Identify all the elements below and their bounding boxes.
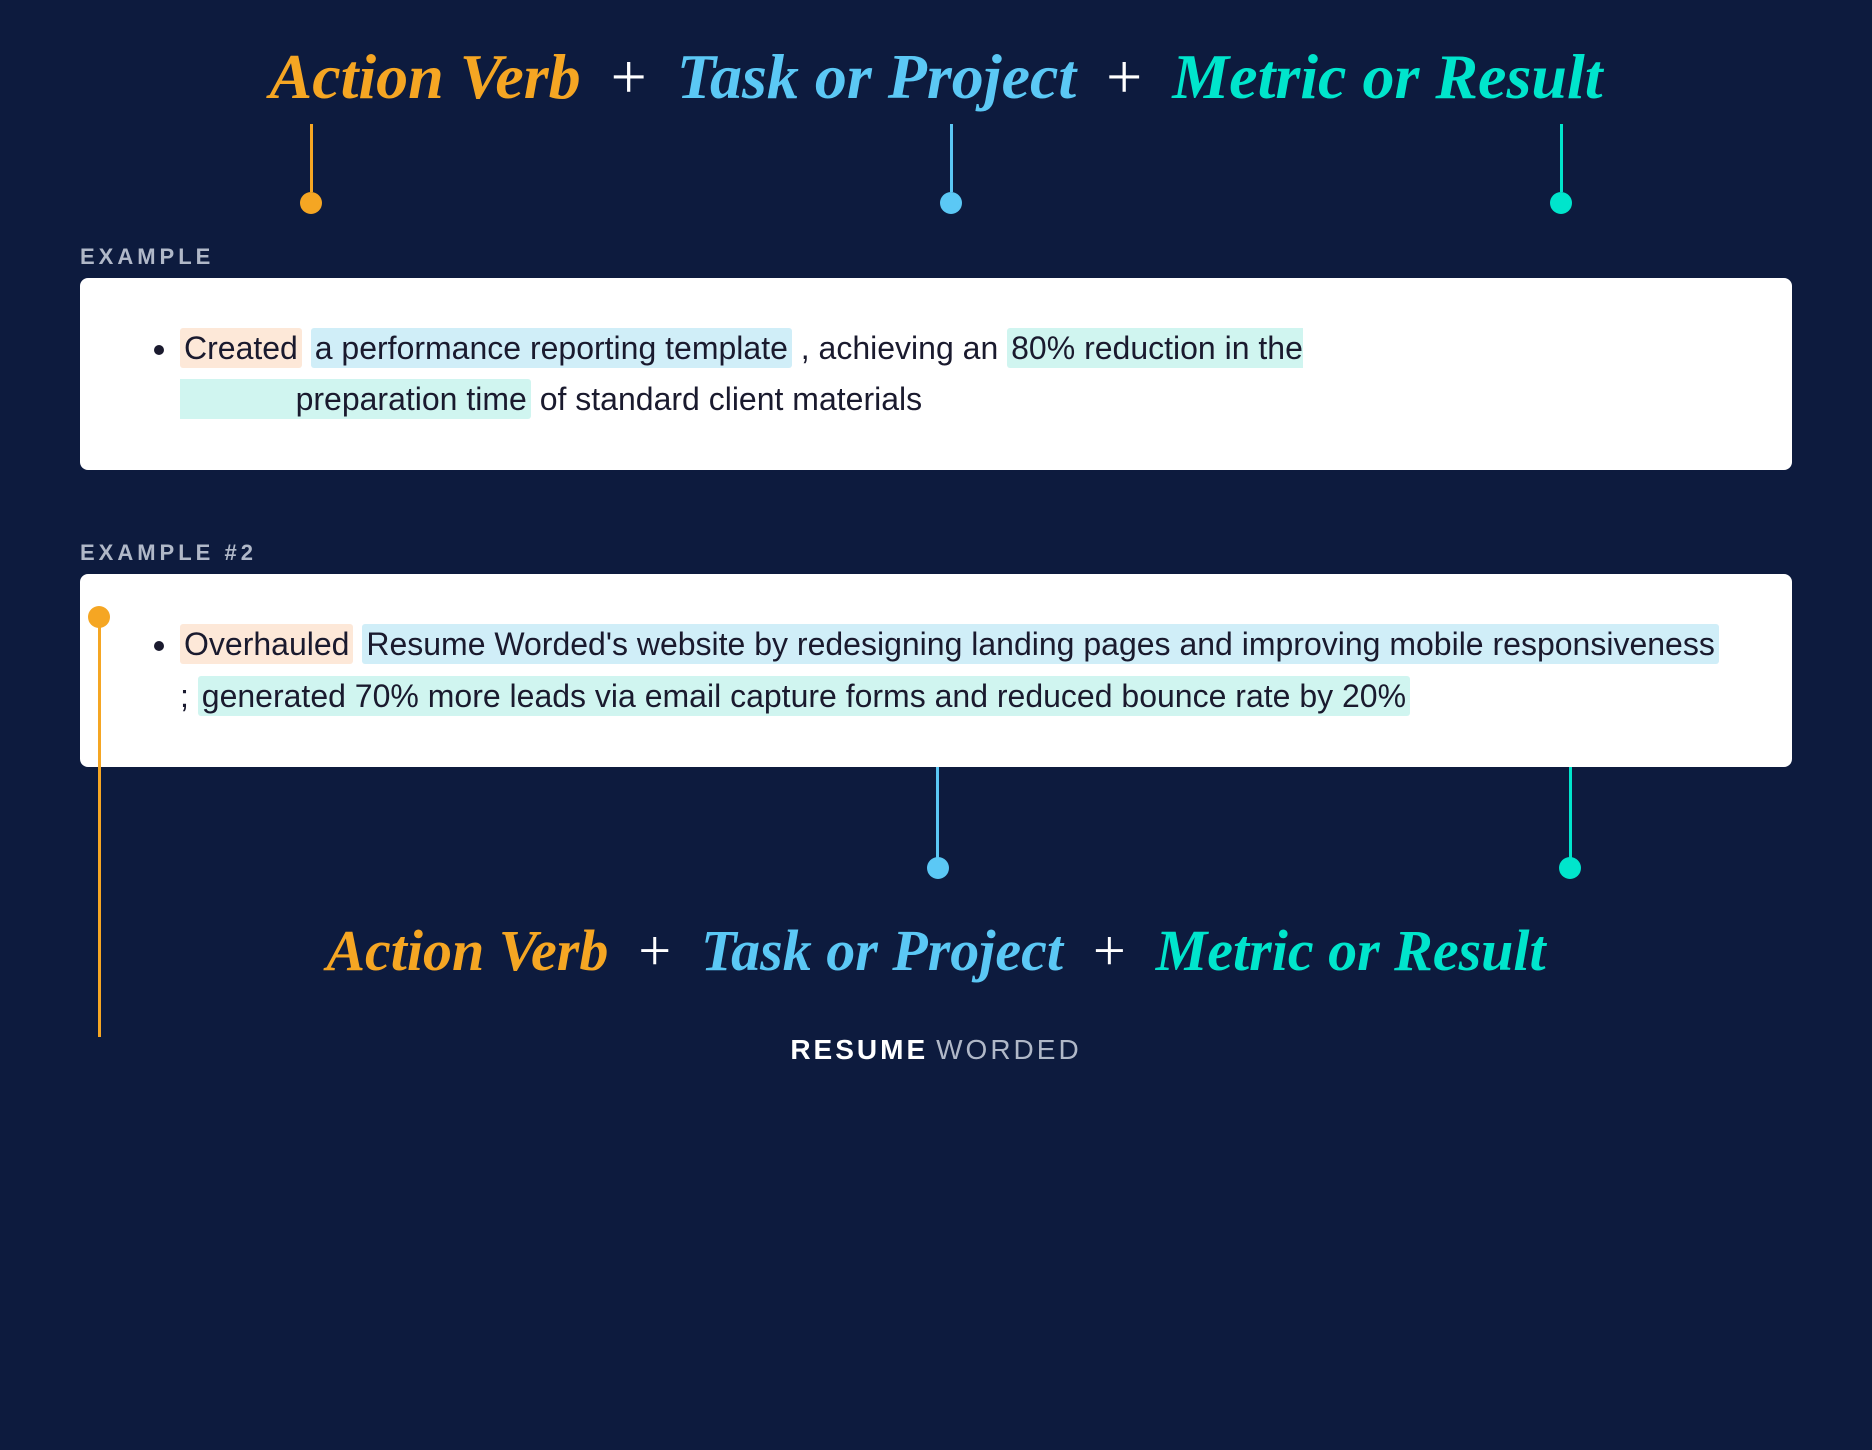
example1-task-span: a performance reporting template xyxy=(311,328,792,368)
example2-outer: Overhauled Resume Worded's website by re… xyxy=(80,574,1792,906)
header-plus-1: + xyxy=(611,40,647,114)
teal-dot-1 xyxy=(1550,192,1572,214)
example2-list: Overhauled Resume Worded's website by re… xyxy=(180,619,1732,721)
header-task: Task or Project xyxy=(677,40,1076,114)
connector-teal-example1 xyxy=(1550,124,1572,214)
footer-plus-1: + xyxy=(638,917,671,984)
header-formula: Action Verb + Task or Project + Metric o… xyxy=(80,40,1792,114)
example2-metric-span: generated 70% more leads via email captu… xyxy=(198,676,1410,716)
footer-metric: Metric or Result xyxy=(1156,917,1546,984)
footer-action-verb: Action Verb xyxy=(326,917,608,984)
example1-action-span: Created xyxy=(180,328,302,368)
brand-worded-text: WORDED xyxy=(936,1034,1082,1066)
orange-line-1 xyxy=(310,124,313,192)
example1-connector-text: , achieving an xyxy=(801,330,1007,366)
footer-plus-2: + xyxy=(1093,917,1126,984)
connectors-below-space xyxy=(80,777,1792,907)
example1-box: Created a performance reporting template… xyxy=(80,278,1792,470)
example1-section: EXAMPLE Created a performance reporting … xyxy=(80,124,1792,480)
example2-semi: ; xyxy=(180,678,198,714)
header-metric: Metric or Result xyxy=(1172,40,1602,114)
branding: RESUME WORDED xyxy=(790,1034,1081,1066)
example2-item: Overhauled Resume Worded's website by re… xyxy=(180,619,1732,721)
orange-tall-connector xyxy=(98,614,101,1036)
example1-end-text: of standard client materials xyxy=(540,381,922,417)
orange-dot-1 xyxy=(300,192,322,214)
footer-formula: Action Verb + Task or Project + Metric o… xyxy=(80,917,1792,984)
connectors-above-example1 xyxy=(80,124,1792,214)
blue-line-1 xyxy=(950,124,953,192)
example2-section: EXAMPLE #2 Overhauled Resume Worded's we… xyxy=(80,510,1792,983)
brand-resume-text: RESUME xyxy=(790,1034,928,1066)
connector-blue-example1 xyxy=(940,124,962,214)
connector-orange-example1 xyxy=(300,124,322,214)
footer-task: Task or Project xyxy=(701,917,1063,984)
blue-dot-1 xyxy=(940,192,962,214)
example2-box: Overhauled Resume Worded's website by re… xyxy=(80,574,1792,766)
example2-task-span: Resume Worded's website by redesigning l… xyxy=(362,624,1719,664)
example1-list: Created a performance reporting template… xyxy=(180,323,1732,425)
header-plus-2: + xyxy=(1106,40,1142,114)
teal-line-1 xyxy=(1560,124,1563,192)
example1-label: EXAMPLE xyxy=(80,244,1792,270)
header-action-verb: Action Verb xyxy=(270,40,581,114)
example1-item: Created a performance reporting template… xyxy=(180,323,1732,425)
example2-action-span: Overhauled xyxy=(180,624,353,664)
example2-label: EXAMPLE #2 xyxy=(80,540,1792,566)
